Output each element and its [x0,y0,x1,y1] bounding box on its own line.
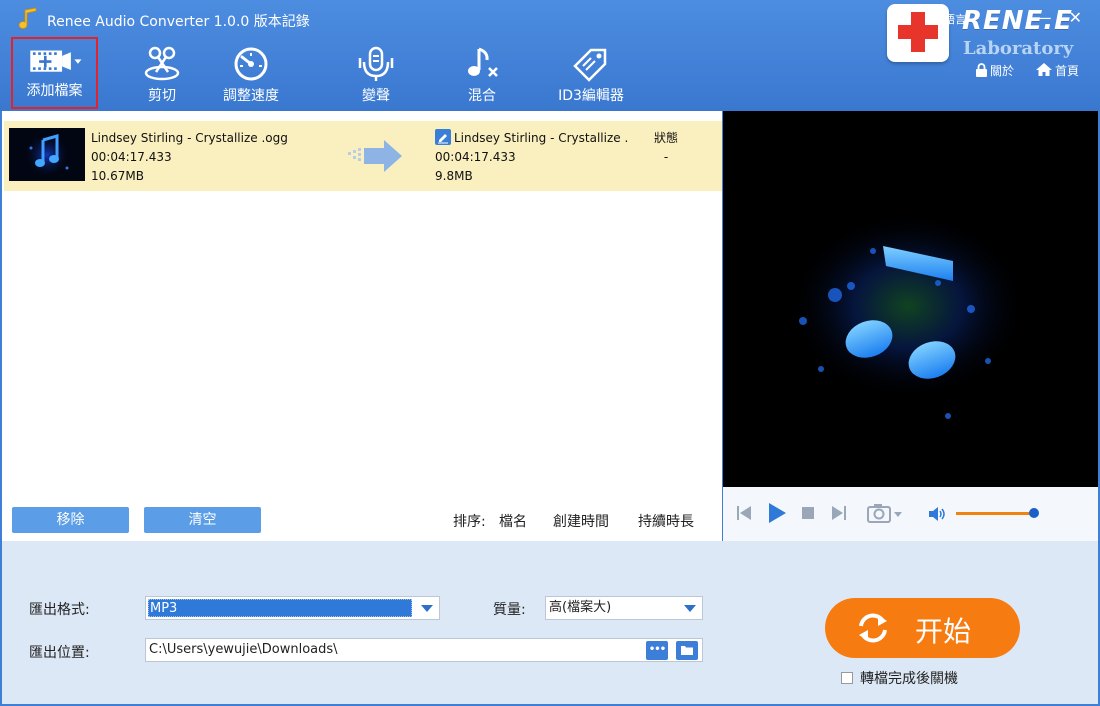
id3-editor-button[interactable]: ID3編輯器 [550,40,632,108]
tag-icon [573,48,607,82]
output-path-field[interactable]: C:\Users\yewujie\Downloads\ ••• [145,638,703,662]
app-music-icon [18,7,37,29]
next-icon[interactable] [831,504,847,522]
remove-button[interactable]: 移除 [12,507,129,533]
output-info: Lindsey Stirling - Crystallize . 00:04:1… [435,129,628,186]
title-bar: Renee Audio Converter 1.0.0 版本記錄 添加檔案 剪切 [0,0,1100,111]
mix-button[interactable]: 混合 [452,40,512,108]
about-label: 關於 [990,64,1015,78]
output-duration: 00:04:17.433 [435,150,516,164]
shutdown-checkbox[interactable] [841,672,853,684]
status-info: 狀態 - [644,129,688,167]
preview-pane [723,111,1098,487]
voice-change-label: 變聲 [362,88,390,104]
minimize-button[interactable]: — [1036,8,1052,27]
start-label: 开始 [915,615,972,648]
play-icon[interactable] [767,502,787,524]
mix-label: 混合 [468,88,496,104]
window-controls: — ✕ [1036,8,1083,27]
stop-icon[interactable] [801,506,815,520]
speedometer-icon [234,47,268,81]
snapshot-icon[interactable] [866,502,904,524]
close-button[interactable]: ✕ [1069,8,1082,27]
about-link[interactable]: 關於 [975,62,1014,79]
format-select[interactable]: MP3 [145,596,440,620]
quality-value: 高(檔案大) [549,600,612,615]
home-icon [1036,63,1052,76]
scissors-icon [144,46,180,81]
file-thumbnail [9,128,85,181]
status-value: - [663,150,669,164]
convert-arrow-icon [348,140,402,172]
chevron-down-icon [421,605,433,612]
folder-icon [681,646,693,655]
output-file-name: Lindsey Stirling - Crystallize . [454,131,629,145]
open-folder-button[interactable] [676,641,698,660]
shutdown-option[interactable]: 轉檔完成後關機 [841,668,958,688]
speed-label: 調整速度 [223,88,279,104]
shutdown-label: 轉檔完成後關機 [860,671,958,687]
source-duration: 00:04:17.433 [91,150,172,164]
chevron-down-icon [684,605,696,612]
logo-subtitle: Laboratory [963,38,1074,59]
microphone-icon [358,46,394,81]
sort-by-name[interactable]: 檔名 [499,511,527,531]
home-link[interactable]: 首頁 [1035,62,1079,79]
convert-refresh-icon [859,613,887,643]
add-file-icon [29,50,81,72]
edit-icon[interactable] [435,129,451,145]
file-list: Lindsey Stirling - Crystallize .ogg 00:0… [2,111,722,541]
add-file-button[interactable]: 添加檔案 [11,37,98,109]
add-file-label: 添加檔案 [26,83,83,99]
speed-button[interactable]: 調整速度 [215,40,287,108]
home-label: 首頁 [1055,64,1080,78]
sort-by-duration[interactable]: 持續時長 [638,511,694,531]
lock-icon [976,63,987,77]
renee-logo [887,4,949,62]
source-file-name: Lindsey Stirling - Crystallize .ogg [91,131,288,145]
music-artwork [723,111,1098,487]
volume-slider-handle[interactable] [1029,508,1039,518]
output-size: 9.8MB [435,169,473,183]
format-label: 匯出格式: [29,602,90,618]
voice-change-button[interactable]: 變聲 [344,40,408,108]
previous-icon[interactable] [736,504,752,522]
browse-button[interactable]: ••• [646,641,668,660]
music-note-icon [468,47,498,77]
cut-button[interactable]: 剪切 [128,40,196,108]
start-button[interactable]: 开始 [825,598,1020,658]
player-controls [723,487,1098,541]
app-title: Renee Audio Converter 1.0.0 版本記錄 [47,14,310,30]
output-path-value: C:\Users\yewujie\Downloads\ [149,642,338,657]
status-header: 狀態 [653,131,678,145]
output-path-label: 匯出位置: [29,645,90,661]
format-value: MP3 [148,599,412,617]
id3-editor-label: ID3編輯器 [558,88,624,104]
volume-slider[interactable] [956,512,1034,515]
source-size: 10.67MB [91,169,144,183]
quality-label: 質量: [493,602,526,618]
sort-label: 排序: [453,514,486,530]
cut-label: 剪切 [148,88,176,104]
source-info: Lindsey Stirling - Crystallize .ogg 00:0… [91,129,288,186]
sort-by-created[interactable]: 創建時間 [553,511,609,531]
volume-icon[interactable] [928,506,946,522]
quality-select[interactable]: 高(檔案大) [545,596,703,620]
file-row[interactable]: Lindsey Stirling - Crystallize .ogg 00:0… [4,121,722,191]
clear-button[interactable]: 清空 [144,507,261,533]
